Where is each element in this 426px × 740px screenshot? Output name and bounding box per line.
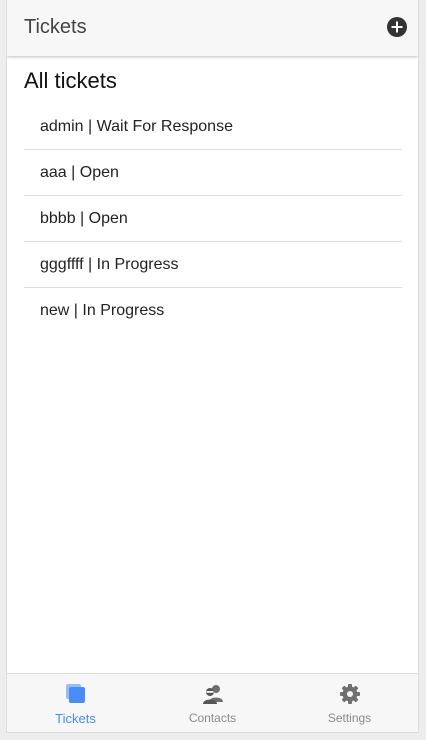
section-title: All tickets (24, 68, 117, 93)
ticket-item[interactable]: aaa | Open (24, 150, 402, 196)
main-content: All tickets admin | Wait For Response aa… (7, 56, 418, 674)
tickets-icon (65, 684, 85, 703)
ticket-item[interactable]: new | In Progress (24, 288, 402, 333)
top-bar: Tickets (7, 0, 418, 56)
bottom-tab-bar: Tickets Contacts Settings (7, 673, 418, 732)
page-title: Tickets (24, 16, 87, 38)
tab-settings-label: Settings (327, 711, 372, 725)
tab-contacts[interactable]: Contacts (144, 674, 281, 732)
contacts-icon (202, 685, 223, 704)
ticket-item[interactable]: bbbb | Open (24, 196, 402, 242)
tab-settings[interactable]: Settings (281, 674, 418, 732)
add-ticket-button[interactable] (387, 17, 407, 37)
ticket-item[interactable]: gggffff | In Progress (24, 242, 402, 288)
app-frame: Tickets All tickets admin | Wait For Res… (6, 0, 419, 733)
tab-contacts-label: Contacts (188, 711, 237, 725)
ticket-list: admin | Wait For Response aaa | Open bbb… (24, 104, 402, 333)
tab-tickets[interactable]: Tickets (7, 674, 144, 732)
gear-icon (339, 684, 360, 704)
ticket-item[interactable]: admin | Wait For Response (24, 104, 402, 150)
tab-tickets-label: Tickets (55, 711, 96, 726)
